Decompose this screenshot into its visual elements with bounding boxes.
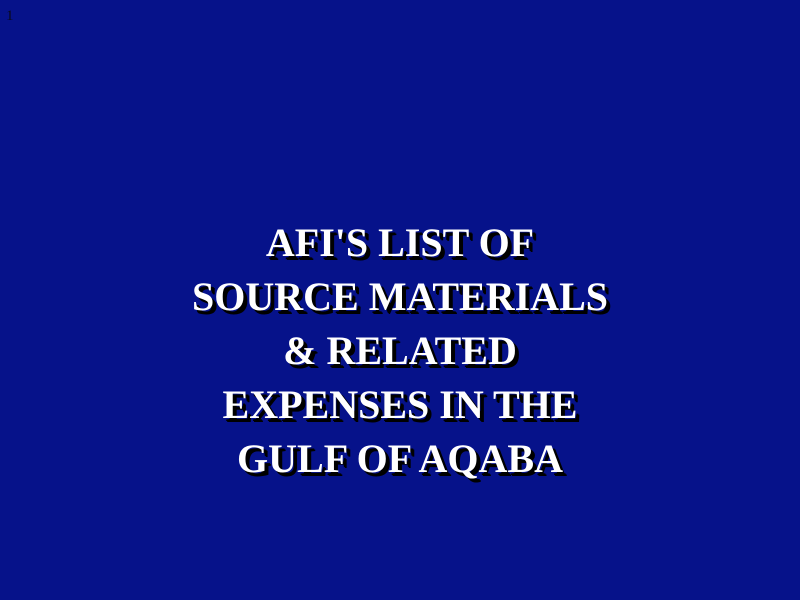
clue-line: & RELATED <box>283 328 517 373</box>
clue-line: GULF OF AQABA <box>237 436 563 481</box>
clue-line: AFI'S LIST OF <box>265 220 535 265</box>
slide-number: 1 <box>6 8 14 24</box>
clue-line: SOURCE MATERIALS <box>192 274 608 319</box>
clue-line: EXPENSES IN THE <box>222 382 578 427</box>
clue-text: AFI'S LIST OF SOURCE MATERIALS & RELATED… <box>0 216 800 486</box>
slide: 1 AFI'S LIST OF SOURCE MATERIALS & RELAT… <box>0 0 800 600</box>
